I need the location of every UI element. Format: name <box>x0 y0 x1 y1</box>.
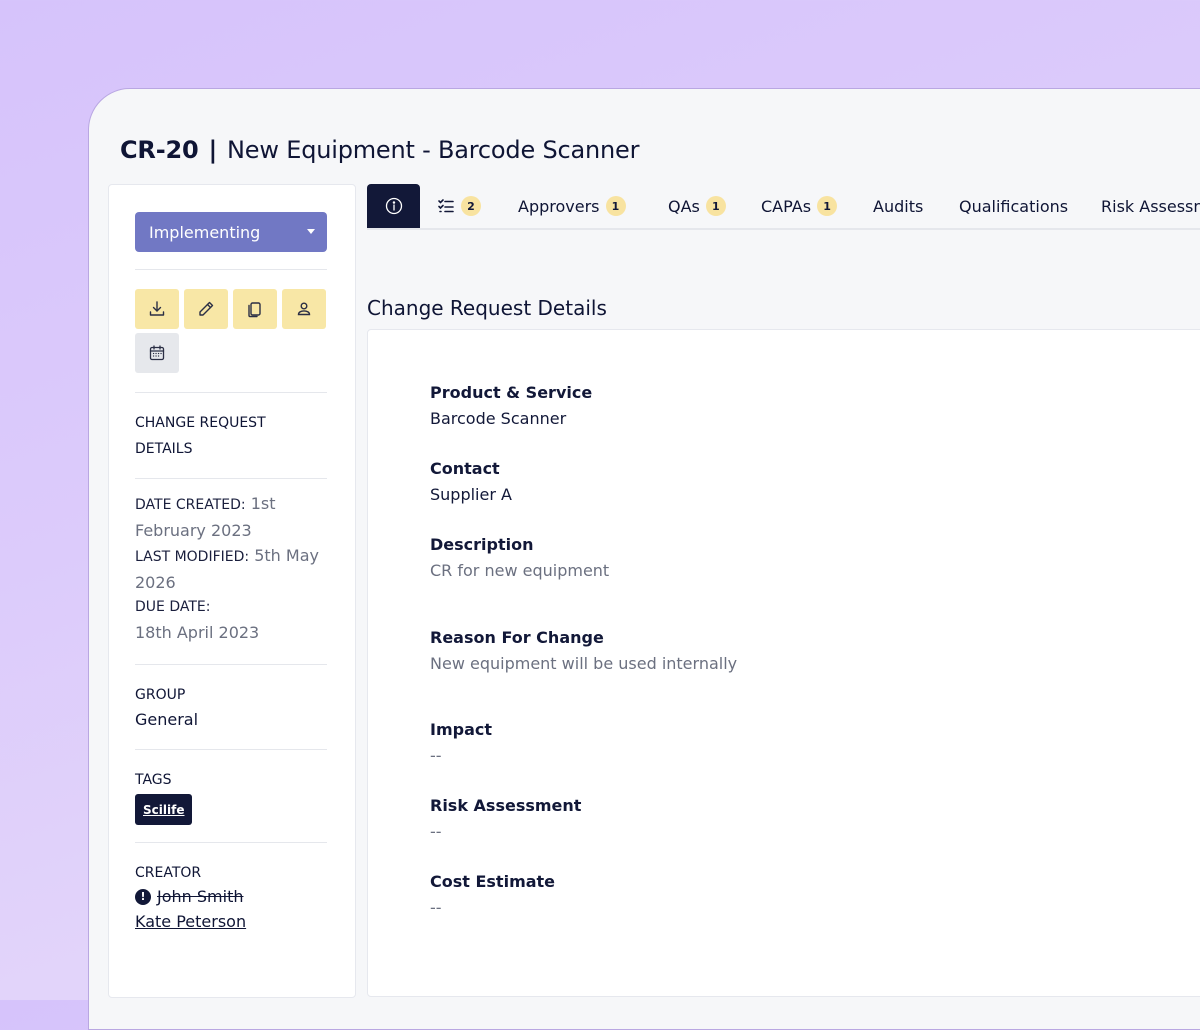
field-value: Barcode Scanner <box>430 409 567 428</box>
status-value: Implementing <box>149 222 261 242</box>
divider <box>135 664 327 665</box>
app-window: CR-20 | New Equipment - Barcode Scanner Im… <box>88 88 1200 1030</box>
current-creator-link[interactable]: Kate Peterson <box>135 912 246 931</box>
field-label: Cost Estimate <box>430 872 556 891</box>
field-impact: Impact -- <box>430 717 492 769</box>
edit-button[interactable] <box>184 289 228 329</box>
caret-down-icon <box>307 229 315 234</box>
field-value: CR for new equipment <box>430 561 610 580</box>
assign-user-button[interactable] <box>282 289 326 329</box>
divider <box>135 392 327 393</box>
copy-icon <box>248 302 261 318</box>
field-value: Supplier A <box>430 485 512 504</box>
record-code: CR-20 <box>120 136 199 164</box>
download-icon <box>149 301 165 316</box>
field-value: New equipment will be used internally <box>430 654 738 673</box>
field-label: Contact <box>430 459 500 478</box>
record-tabs: 2 Approvers 1 QAs 1 CAPAs 1 Audits Quali… <box>367 184 1200 230</box>
group-value: General <box>135 710 199 729</box>
calendar-icon <box>149 345 165 361</box>
field-cost-estimate: Cost Estimate -- <box>430 869 555 921</box>
dates-block: DATE CREATED: 1st February 2023 LAST MOD… <box>135 491 327 645</box>
field-reason-for-change: Reason For Change New equipment will be … <box>430 625 737 677</box>
duplicate-button[interactable] <box>233 289 277 329</box>
field-risk-assessment: Risk Assessment -- <box>430 793 581 845</box>
title-separator: | <box>208 136 218 164</box>
date-created-label: DATE CREATED: <box>135 497 246 513</box>
last-modified: LAST MODIFIED: 5th May 2026 <box>135 543 327 595</box>
previous-creator-link[interactable]: John Smith <box>157 887 243 906</box>
record-title: New Equipment - Barcode Scanner <box>227 136 640 164</box>
checklist-count-badge: 2 <box>461 196 481 216</box>
current-creator: Kate Peterson <box>135 912 246 931</box>
tab-info[interactable] <box>367 184 420 228</box>
tab-capas[interactable]: CAPAs 1 <box>761 184 838 228</box>
download-button[interactable] <box>135 289 179 329</box>
creator-label: CREATOR <box>135 865 202 881</box>
tab-audits[interactable]: Audits <box>873 184 923 228</box>
due-date-label: DUE DATE: <box>135 599 211 615</box>
status-dropdown[interactable]: Implementing <box>135 212 327 252</box>
tab-qualifications[interactable]: Qualifications <box>959 184 1068 228</box>
details-sidebar: Implementing CHANGE REQUEST DETAILS DATE… <box>108 184 356 998</box>
section-title: Change Request Details <box>367 295 607 320</box>
tab-risk-assessment-label: Risk Assessn <box>1101 196 1200 216</box>
tag-chip[interactable]: Scilife <box>135 794 193 825</box>
tab-qas-label: QAs <box>668 196 700 216</box>
tab-approvers[interactable]: Approvers 1 <box>518 184 626 228</box>
tags-label: TAGS <box>135 772 172 788</box>
field-value: -- <box>430 746 442 765</box>
checklist-icon <box>438 199 454 213</box>
info-icon <box>385 197 402 215</box>
group-label: GROUP <box>135 687 186 703</box>
field-label: Description <box>430 535 534 554</box>
field-label: Impact <box>430 720 493 739</box>
page-title: CR-20 | New Equipment - Barcode Scanner <box>120 136 639 164</box>
qas-count-badge: 1 <box>705 196 726 216</box>
tab-qualifications-label: Qualifications <box>959 196 1069 216</box>
tab-capas-label: CAPAs <box>761 196 812 216</box>
field-description: Description CR for new equipment <box>430 532 609 584</box>
tab-qas[interactable]: QAs 1 <box>668 184 726 228</box>
divider <box>135 749 327 750</box>
divider <box>135 842 327 843</box>
details-card: Product & Service Barcode Scanner Contac… <box>367 329 1200 997</box>
divider <box>135 478 327 479</box>
divider <box>135 269 327 270</box>
pencil-icon <box>199 301 214 316</box>
previous-creator: ! John Smith <box>135 887 243 906</box>
field-value: -- <box>430 822 442 841</box>
field-product-service: Product & Service Barcode Scanner <box>430 380 592 432</box>
last-modified-label: LAST MODIFIED: <box>135 549 250 565</box>
capas-count-badge: 1 <box>817 196 838 216</box>
tab-risk-assessment[interactable]: Risk Assessn <box>1101 184 1200 228</box>
tab-approvers-label: Approvers <box>518 196 600 216</box>
field-contact: Contact Supplier A <box>430 456 512 508</box>
field-value: -- <box>430 898 442 917</box>
alert-icon: ! <box>135 888 151 905</box>
due-date-value: 18th April 2023 <box>135 623 260 642</box>
field-label: Reason For Change <box>430 628 604 647</box>
schedule-button[interactable] <box>135 333 179 373</box>
field-label: Risk Assessment <box>430 796 582 815</box>
user-icon <box>297 302 311 316</box>
tab-checklist[interactable]: 2 <box>437 184 481 228</box>
date-created: DATE CREATED: 1st February 2023 <box>135 491 327 543</box>
tab-audits-label: Audits <box>873 196 924 216</box>
sidebar-section-heading: Change Request Details <box>135 415 266 457</box>
field-label: Product & Service <box>430 383 593 402</box>
approvers-count-badge: 1 <box>605 196 626 216</box>
